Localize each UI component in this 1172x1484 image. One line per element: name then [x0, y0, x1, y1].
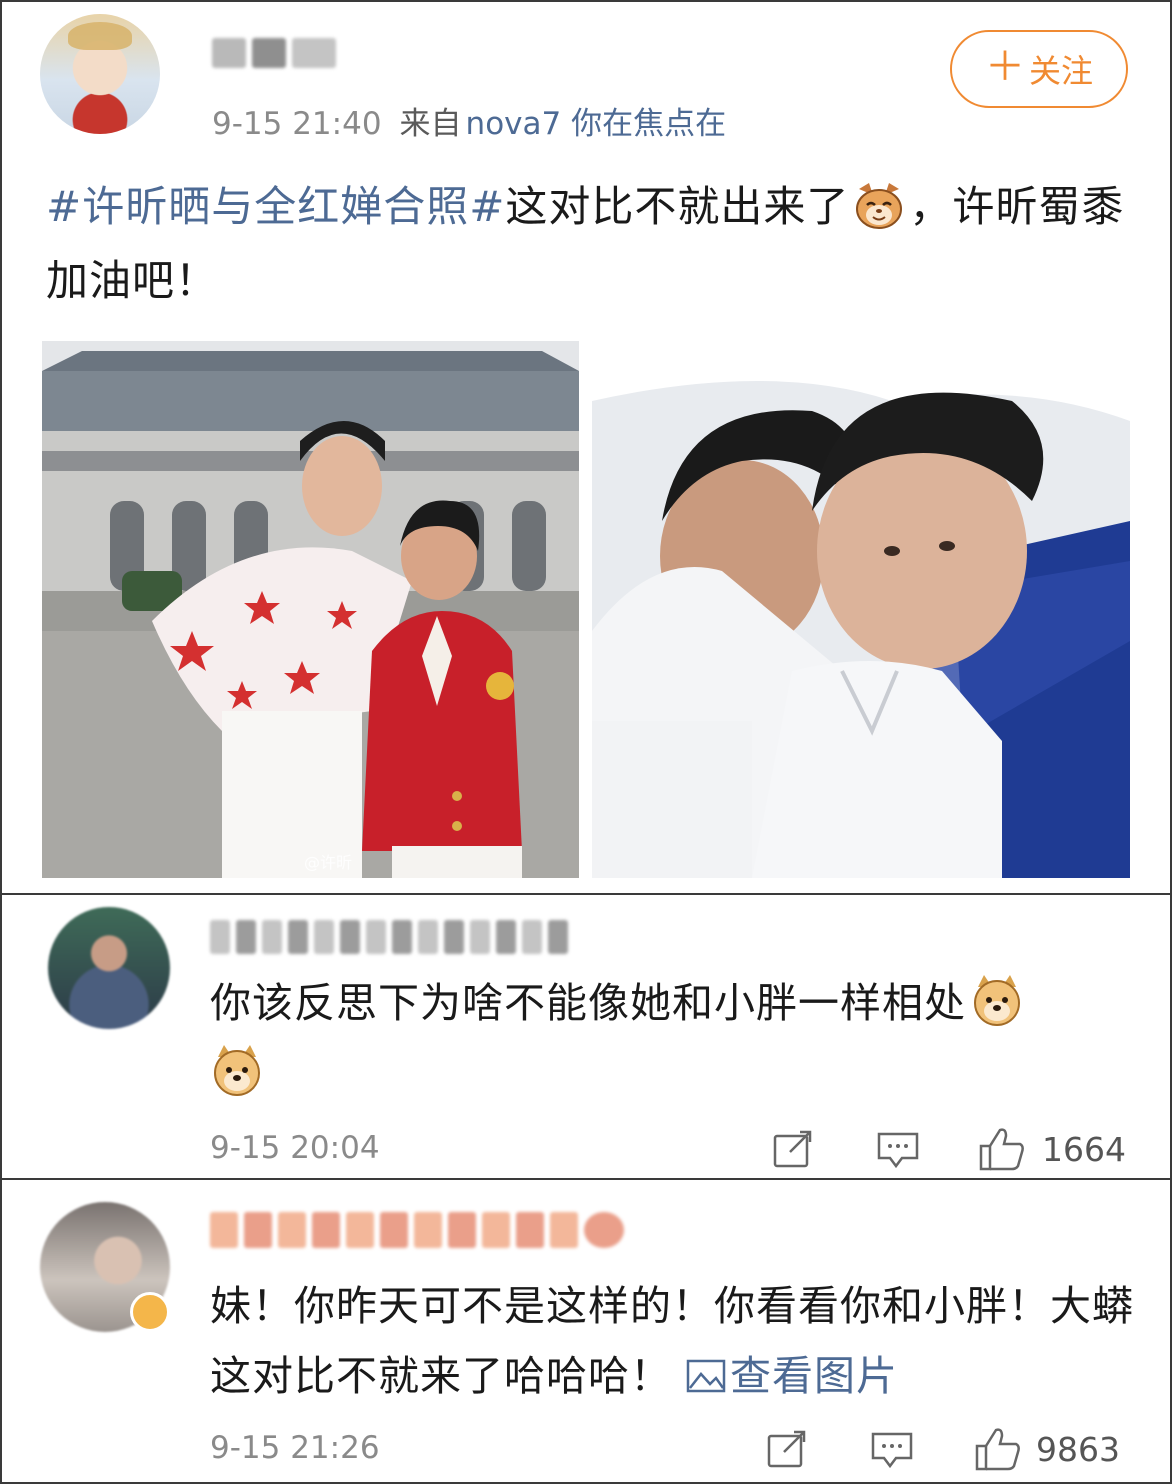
view-image-label: 查看图片	[730, 1352, 899, 1400]
vip-badge-icon	[130, 1292, 170, 1332]
post-photo-1[interactable]: @许昕	[42, 341, 579, 878]
plus-icon: ＋	[984, 44, 1025, 90]
comment-time: 9-15 21:26	[210, 1430, 380, 1466]
comment-1-text: 你该反思下为啥不能像她和小胖一样相处	[210, 979, 966, 1027]
doge-emoji-icon	[970, 973, 1024, 1027]
post-photo-2[interactable]	[592, 341, 1130, 878]
commenter-avatar[interactable]	[48, 907, 170, 1029]
post-hashtag[interactable]: #许昕晒与全红婵合照#	[46, 182, 505, 231]
post-text-a: 这对比不就出来了	[505, 182, 850, 231]
doge-emoji-icon	[210, 1043, 264, 1097]
comment-icon[interactable]	[870, 1430, 914, 1470]
commenter-name-blurred[interactable]	[210, 1212, 624, 1248]
photo1-watermark: @许昕	[304, 853, 353, 872]
repost-icon[interactable]	[766, 1430, 810, 1470]
like-icon[interactable]	[978, 1126, 1026, 1172]
like-count: 1664	[1042, 1130, 1126, 1169]
post-source-prefix: 来自	[399, 106, 462, 142]
like-icon[interactable]	[974, 1426, 1022, 1472]
commenter-name-blurred[interactable]	[210, 920, 568, 954]
post-source-device[interactable]: nova7 你在焦点在	[466, 106, 727, 142]
repost-icon[interactable]	[772, 1130, 816, 1170]
image-link-icon	[686, 1345, 726, 1393]
like-count: 9863	[1036, 1430, 1120, 1469]
view-image-link[interactable]: 查看图片	[686, 1352, 898, 1400]
comment-text: 妹！你昨天可不是这样的！你看看你和小胖！大蟒这对比不就来了哈哈哈！ 查看图片	[210, 1271, 1150, 1411]
post-author-avatar[interactable]	[40, 14, 160, 134]
post-body: #许昕晒与全红婵合照#这对比不就出来了 ，许昕蜀黍加油吧！	[46, 170, 1126, 318]
post-meta: 9-15 21:40 来自 nova7 你在焦点在	[212, 98, 726, 143]
follow-button[interactable]: ＋ 关注	[950, 30, 1128, 108]
comment-time: 9-15 20:04	[210, 1130, 380, 1166]
weibo-post: 9-15 21:40 来自 nova7 你在焦点在 ＋ 关注 #许昕晒与全红婵合照#…	[0, 0, 1172, 895]
post-time: 9-15 21:40	[212, 106, 382, 142]
post-author-name-blurred[interactable]	[212, 38, 336, 68]
follow-label: 关注	[1028, 52, 1093, 90]
comment-text: 你该反思下为啥不能像她和小胖一样相处	[210, 968, 1110, 1108]
comment-2-text: 妹！你昨天可不是这样的！你看看你和小胖！大蟒这对比不就来了哈哈哈！	[210, 1282, 1134, 1400]
cat-emoji-icon	[853, 179, 905, 231]
comment-icon[interactable]	[876, 1130, 920, 1170]
